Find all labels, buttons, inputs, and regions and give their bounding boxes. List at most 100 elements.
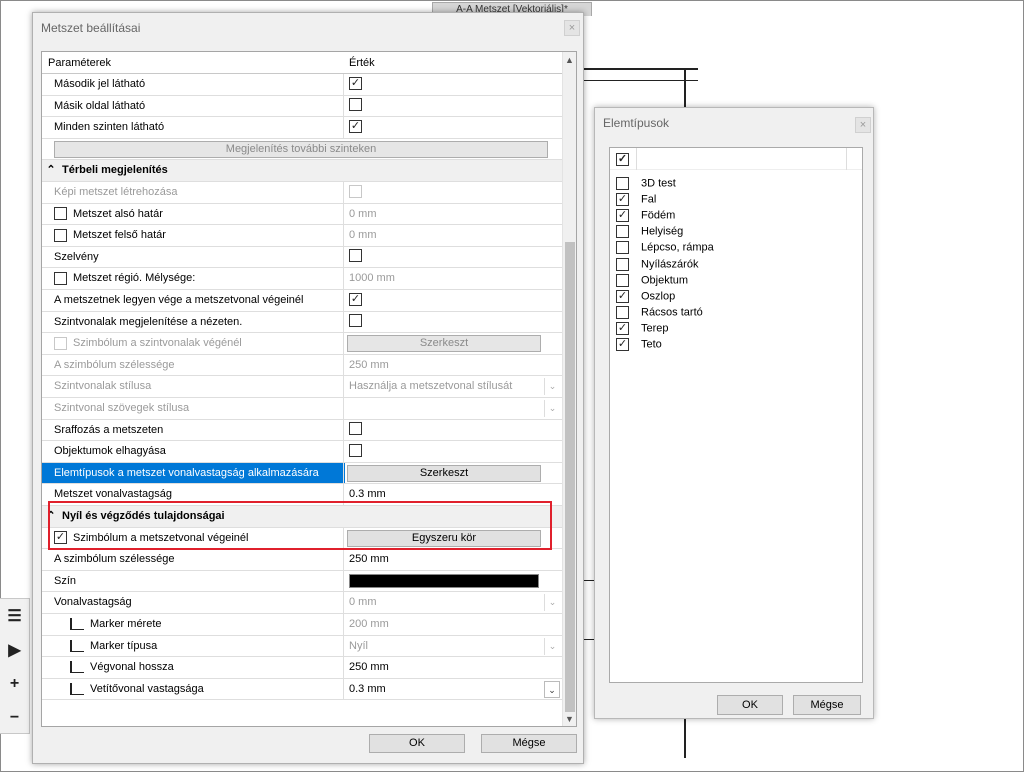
property-value-cell[interactable]: ⌄ — [345, 398, 562, 419]
property-value-cell[interactable]: 1000 mm — [345, 268, 562, 289]
value-checkbox[interactable] — [349, 314, 362, 328]
property-row[interactable]: Végvonal hossza 250 mm — [42, 657, 562, 679]
property-value-cell[interactable] — [345, 182, 562, 203]
property-row[interactable]: A szimbólum szélessége 250 mm — [42, 354, 562, 377]
property-value-cell[interactable]: 200 mm — [345, 614, 562, 635]
property-value-cell[interactable]: ✓ — [345, 74, 562, 95]
element-type-item[interactable]: Rácsos tartó — [616, 305, 703, 322]
element-type-item[interactable]: ✓ Födém — [616, 209, 675, 225]
vertical-scrollbar[interactable]: ▲ ▼ — [562, 52, 576, 726]
value-checkbox[interactable]: ✓ — [349, 292, 362, 306]
property-row[interactable]: Szintvonalak stílusa Használja a metszetv… — [42, 376, 562, 398]
zoom-in-icon[interactable]: + — [0, 667, 29, 701]
scroll-down-icon[interactable]: ▼ — [565, 714, 574, 724]
property-value-cell[interactable] — [345, 420, 562, 441]
property-row[interactable]: Marker mérete 200 mm — [42, 614, 562, 636]
edit-button[interactable]: Szerkeszt — [347, 464, 541, 482]
section-header[interactable]: ⌃ Térbeli megjelenítés — [42, 160, 562, 181]
color-swatch[interactable] — [349, 573, 539, 588]
element-type-item[interactable]: ✓ Fal — [616, 193, 656, 209]
zoom-out-icon[interactable]: − — [0, 701, 29, 735]
ok-button[interactable]: OK — [369, 734, 465, 753]
property-value-cell[interactable]: 0 mm — [345, 204, 562, 225]
cancel-button[interactable]: Mégse — [793, 695, 861, 715]
property-row[interactable]: Sraffozás a metszeten — [42, 419, 562, 442]
chevron-down-icon[interactable]: ⌄ — [544, 637, 560, 655]
property-value-cell[interactable]: Szerkeszt — [345, 333, 562, 354]
element-type-checkbox[interactable]: ✓ — [616, 289, 629, 303]
property-value-cell[interactable]: ✓ — [345, 117, 562, 138]
property-row[interactable]: Másik oldal látható — [42, 95, 562, 118]
property-value-cell[interactable]: 250 mm — [345, 355, 562, 376]
cancel-button[interactable]: Mégse — [481, 734, 577, 753]
property-value-cell[interactable] — [345, 312, 562, 333]
property-row[interactable]: Elemtípusok a metszet vonalvastagság alk… — [42, 462, 562, 485]
property-value-cell[interactable]: 250 mm — [345, 657, 562, 678]
value-checkbox[interactable] — [349, 422, 362, 436]
property-row[interactable]: A szimbólum szélessége 250 mm — [42, 549, 562, 571]
property-row[interactable]: Metszet régió. Mélysége: 1000 mm — [42, 268, 562, 290]
property-row[interactable]: ⌃ Térbeli megjelenítés — [42, 160, 562, 182]
property-value-cell[interactable] — [345, 96, 562, 117]
select-all-checkbox[interactable]: ✓ — [616, 153, 629, 166]
element-type-checkbox[interactable] — [616, 305, 629, 319]
property-row[interactable]: Képi metszet létrehozása — [42, 182, 562, 204]
property-value[interactable]: 250 mm — [349, 553, 389, 565]
property-row[interactable]: Szintvonal szövegek stílusa ⌄ — [42, 398, 562, 420]
property-row[interactable]: Minden szinten látható ✓ — [42, 117, 562, 139]
property-value[interactable]: 0.3 mm — [349, 488, 386, 500]
property-value-cell[interactable]: Szerkeszt — [345, 462, 562, 484]
element-type-item[interactable]: Nyílászárók — [616, 257, 698, 274]
element-type-checkbox[interactable] — [616, 225, 629, 239]
element-type-item[interactable]: Objektum — [616, 273, 688, 290]
value-checkbox[interactable] — [349, 443, 362, 457]
property-row[interactable]: Metszet felső határ 0 mm — [42, 225, 562, 247]
element-type-item[interactable]: ✓ Oszlop — [616, 289, 675, 306]
chevron-down-icon[interactable]: ⌄ — [544, 378, 560, 396]
property-value-cell[interactable]: Használja a metszetvonal stílusát ⌄ — [345, 376, 562, 397]
chevron-down-icon[interactable]: ⌄ — [544, 680, 560, 698]
property-row[interactable]: Szelvény — [42, 246, 562, 269]
property-value-cell[interactable]: 0 mm ⌄ — [345, 592, 562, 613]
element-type-checkbox[interactable] — [616, 257, 629, 271]
property-row[interactable]: Szimbólum a szintvonalak végénél Szerkesz… — [42, 333, 562, 355]
element-type-item[interactable]: ✓ Teto — [616, 338, 662, 354]
chevron-down-icon[interactable]: ⌄ — [544, 594, 560, 612]
property-row[interactable]: Második jel látható ✓ — [42, 74, 562, 96]
scrollbar-thumb[interactable] — [565, 242, 575, 712]
element-type-checkbox[interactable] — [616, 241, 629, 255]
play-icon[interactable]: ▶ — [0, 633, 29, 667]
property-checkbox[interactable] — [54, 228, 67, 242]
property-row[interactable]: Metszet alsó határ 0 mm — [42, 203, 562, 226]
scroll-up-icon[interactable]: ▲ — [565, 55, 574, 65]
value-checkbox[interactable]: ✓ — [349, 76, 362, 90]
element-type-item[interactable]: ✓ Terep — [616, 321, 669, 338]
property-row[interactable]: Vetítővonal vastagsága 0.3 mm ⌄ — [42, 678, 562, 701]
element-type-checkbox[interactable]: ✓ — [616, 338, 629, 351]
list-icon[interactable]: ☰ — [0, 599, 29, 633]
element-type-item[interactable]: Helyiség — [616, 225, 683, 241]
property-value[interactable]: 0.3 mm — [349, 683, 386, 695]
property-value-cell[interactable] — [345, 441, 562, 462]
property-row[interactable]: Objektumok elhagyása — [42, 441, 562, 463]
close-icon[interactable]: × — [855, 117, 871, 133]
element-type-checkbox[interactable]: ✓ — [616, 321, 629, 335]
value-checkbox[interactable] — [349, 98, 362, 112]
property-row[interactable]: Szín — [42, 570, 562, 593]
property-row[interactable]: Vonalvastagság 0 mm ⌄ — [42, 592, 562, 614]
collapse-icon[interactable]: ⌃ — [44, 160, 58, 181]
property-row[interactable]: Megjelenítés további szinteken — [42, 139, 562, 161]
element-type-item[interactable]: Lépcso, rámpa — [616, 241, 714, 257]
close-icon[interactable]: × — [564, 20, 580, 36]
element-type-checkbox[interactable] — [616, 273, 629, 287]
element-type-item[interactable]: 3D test — [616, 177, 676, 193]
element-type-checkbox[interactable]: ✓ — [616, 209, 629, 223]
value-checkbox[interactable]: ✓ — [349, 119, 362, 133]
property-checkbox[interactable] — [54, 207, 67, 221]
property-value-cell[interactable] — [345, 247, 562, 268]
property-row[interactable]: Szintvonalak megjelenítése a nézeten. — [42, 311, 562, 334]
property-value-cell[interactable]: ✓ — [345, 290, 562, 311]
property-value-cell[interactable] — [345, 571, 562, 592]
property-value-cell[interactable]: Nyíl ⌄ — [345, 636, 562, 657]
property-value-cell[interactable]: 0.3 mm ⌄ — [345, 679, 562, 700]
